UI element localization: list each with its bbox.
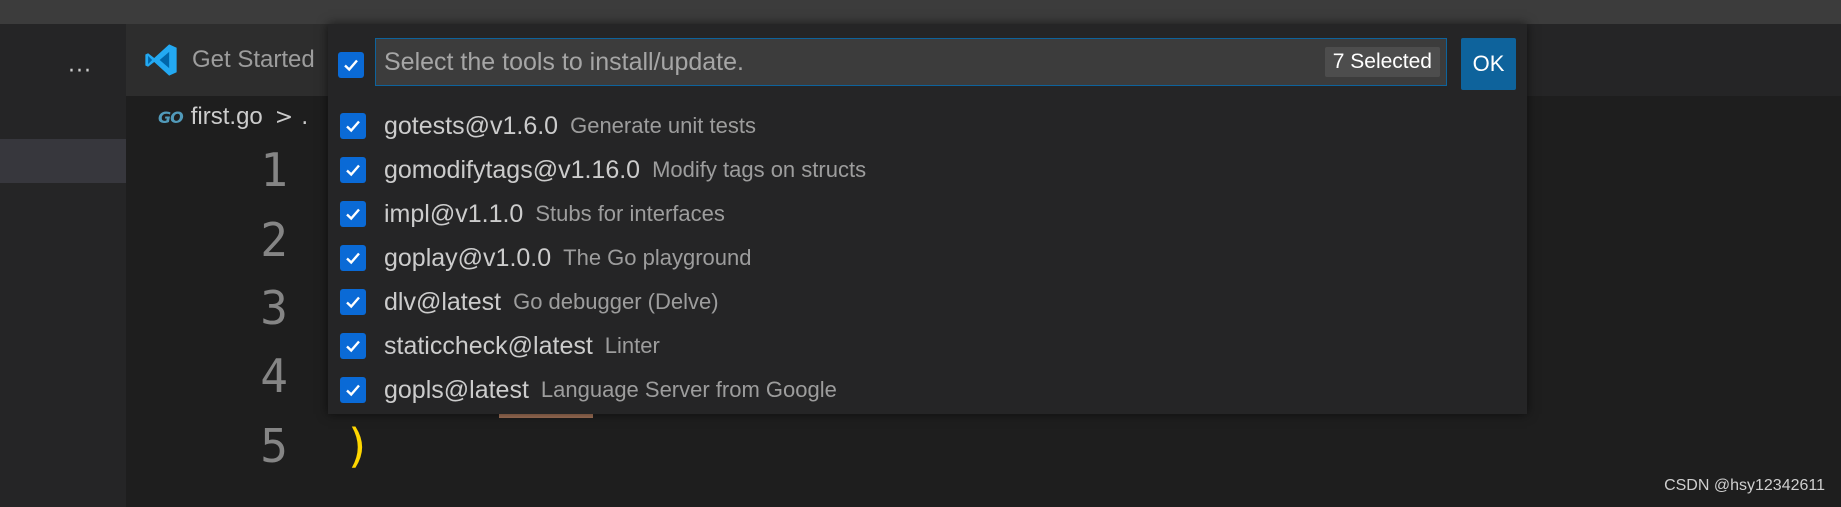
line-number: 2 <box>260 213 288 267</box>
checkmark-icon <box>346 296 360 309</box>
ok-button[interactable]: OK <box>1461 38 1516 90</box>
item-name: gotests@v1.6.0 <box>384 111 559 140</box>
breadcrumb-file[interactable]: first.go <box>191 103 263 131</box>
checkmark-icon <box>344 59 358 72</box>
go-file-icon: GO <box>158 107 184 127</box>
checkmark-icon <box>346 340 360 353</box>
list-item[interactable]: dlv@latest Go debugger (Delve) <box>328 280 1527 324</box>
list-item[interactable]: goplay@v1.0.0 The Go playground <box>328 236 1527 280</box>
item-name: goplay@v1.0.0 <box>384 243 552 272</box>
quick-pick-input-box[interactable]: 7 Selected <box>375 38 1447 86</box>
line-number: 1 <box>260 143 288 197</box>
item-description: Generate unit tests <box>570 113 756 138</box>
item-checkbox[interactable] <box>340 333 366 359</box>
item-name: impl@v1.1.0 <box>384 199 524 228</box>
list-item[interactable]: gomodifytags@v1.16.0 Modify tags on stru… <box>328 148 1527 192</box>
item-description: Go debugger (Delve) <box>513 289 719 314</box>
item-description: Linter <box>604 333 660 358</box>
item-checkbox[interactable] <box>340 201 366 227</box>
quick-pick-list: gotests@v1.6.0 Generate unit tests gomod… <box>328 104 1527 412</box>
more-actions-icon[interactable]: ··· <box>62 56 98 86</box>
list-item[interactable]: impl@v1.1.0 Stubs for interfaces <box>328 192 1527 236</box>
item-description: Stubs for interfaces <box>535 201 725 226</box>
list-item[interactable]: gopls@latest Language Server from Google <box>328 368 1527 412</box>
item-name: gomodifytags@v1.16.0 <box>384 155 641 184</box>
checkmark-icon <box>346 208 360 221</box>
select-all-checkbox[interactable] <box>338 52 364 78</box>
sidebar: ··· <box>0 24 126 507</box>
item-name: staticcheck@latest <box>384 331 593 360</box>
item-checkbox[interactable] <box>340 113 366 139</box>
item-name: dlv@latest <box>384 287 502 316</box>
item-checkbox[interactable] <box>340 289 366 315</box>
vscode-window: ··· Get Started GO first.go > . 1 2 3 4 … <box>0 0 1841 507</box>
item-checkbox[interactable] <box>340 377 366 403</box>
breadcrumb-more[interactable]: . <box>301 105 308 130</box>
checkmark-icon <box>346 120 360 133</box>
checkmark-icon <box>346 384 360 397</box>
selected-count-badge: 7 Selected <box>1324 47 1440 77</box>
tab-get-started[interactable]: Get Started <box>126 24 336 96</box>
item-checkbox[interactable] <box>340 157 366 183</box>
tab-label: Get Started <box>192 46 315 73</box>
checkmark-icon <box>346 252 360 265</box>
vscode-icon <box>145 44 177 76</box>
title-bar <box>0 0 1841 24</box>
checkmark-icon <box>346 164 360 177</box>
item-description: Language Server from Google <box>540 377 837 402</box>
item-checkbox[interactable] <box>340 245 366 271</box>
quick-pick-input[interactable] <box>384 47 1325 77</box>
list-item[interactable]: staticcheck@latest Linter <box>328 324 1527 368</box>
item-description: The Go playground <box>563 245 752 270</box>
closing-paren: ) <box>344 419 372 473</box>
line-number: 4 <box>260 349 288 403</box>
line-number: 3 <box>260 281 288 335</box>
item-name: gopls@latest <box>384 375 529 404</box>
quick-pick-dialog: 7 Selected OK gotests@v1.6.0 Generate un… <box>328 24 1527 414</box>
watermark: CSDN @hsy12342611 <box>1664 477 1825 494</box>
item-description: Modify tags on structs <box>652 157 867 182</box>
breadcrumb-separator: > <box>274 104 294 130</box>
list-item[interactable]: gotests@v1.6.0 Generate unit tests <box>328 104 1527 148</box>
line-number: 5 <box>260 419 288 473</box>
sidebar-selected-item[interactable] <box>0 139 126 183</box>
